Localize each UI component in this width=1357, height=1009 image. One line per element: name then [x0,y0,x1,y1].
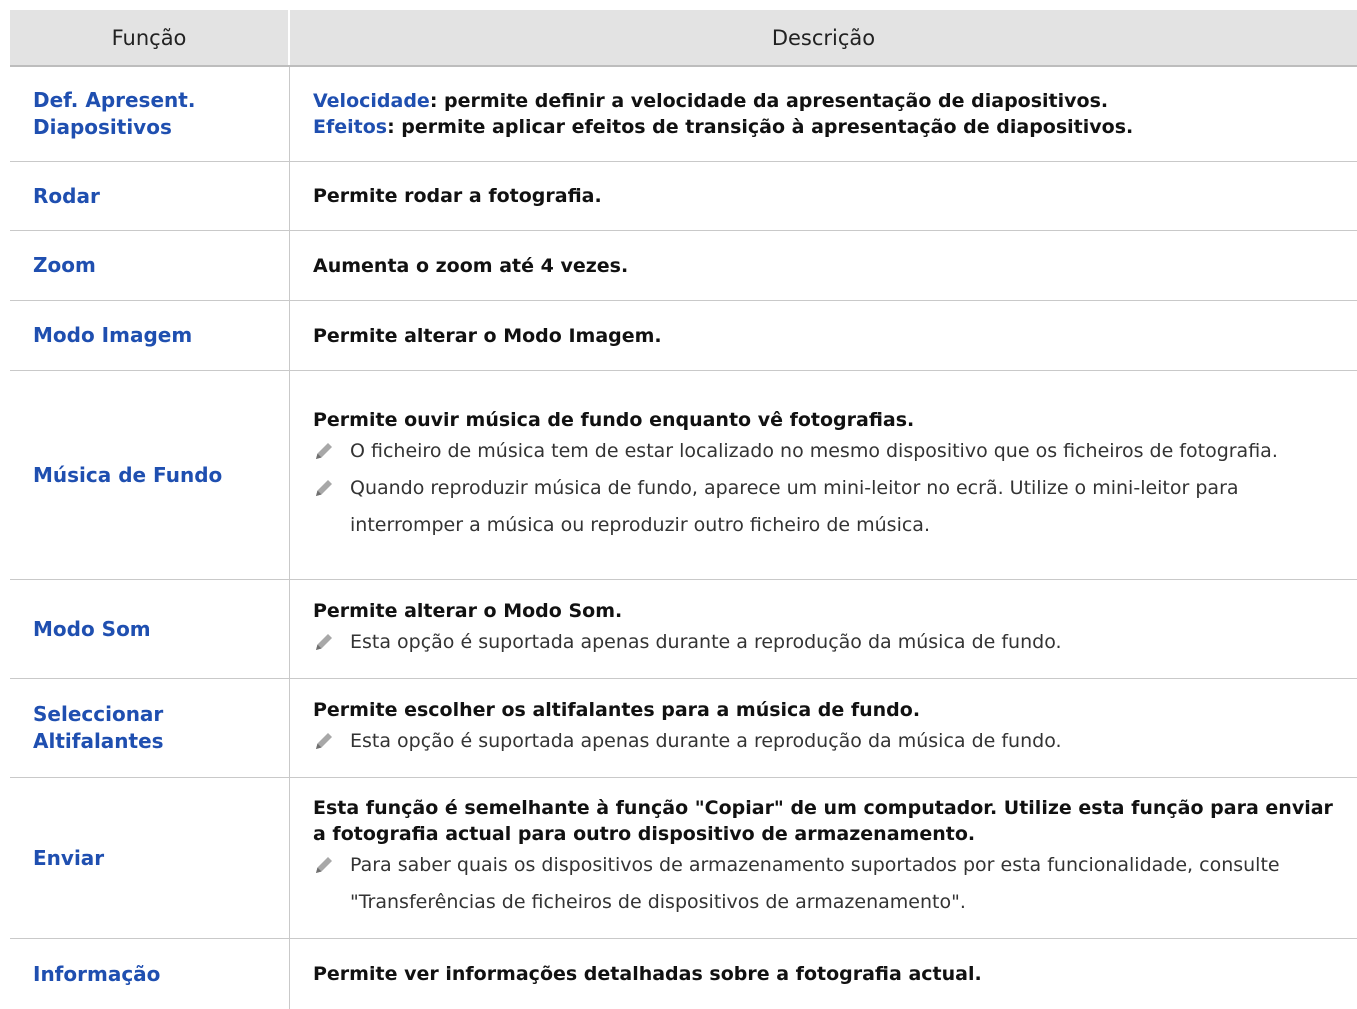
description-text: Permite escolher os altifalantes para a … [313,698,921,721]
description-text: Aumenta o zoom até 4 vezes. [313,254,629,277]
pencil-icon [313,730,335,752]
description-text: Esta função é semelhante à função "Copia… [313,797,1333,845]
description-text: Permite rodar a fotografia. [313,185,602,207]
table-row: Zoom Aumenta o zoom até 4 vezes. [10,231,1357,301]
function-name: Rodar [33,183,100,208]
table-row: Rodar Permite rodar a fotografia. [10,162,1357,231]
function-name: Música de Fundo [33,462,223,487]
note: Esta opção é suportada apenas durante a … [313,624,1349,661]
description-line: Velocidade: permite definir a velocidade… [313,88,1349,114]
function-name: Seleccionar Altifalantes [33,702,164,753]
description-text: : permite definir a velocidade da aprese… [429,90,1109,112]
pencil-icon [313,440,335,462]
note-text: Quando reproduzir música de fundo, apare… [350,476,1239,536]
table-row: Modo Imagem Permite alterar o Modo Image… [10,301,1357,371]
note-text: Esta opção é suportada apenas durante a … [350,729,1062,752]
description-text: Permite alterar o Modo Som. [313,599,623,622]
description-text: Permite alterar o Modo Imagem. [313,324,662,347]
function-name: Modo Imagem [33,323,193,347]
note: Para saber quais os dispositivos de arma… [313,847,1349,921]
pencil-icon [313,854,335,876]
note: Esta opção é suportada apenas durante a … [313,723,1349,760]
description-line: Efeitos: permite aplicar efeitos de tran… [313,114,1349,140]
header-description: Descrição [771,25,876,50]
function-name: Zoom [33,253,96,277]
note: O ficheiro de música tem de estar locali… [313,433,1349,470]
function-name: Modo Som [33,616,151,641]
description-text: Permite ouvir música de fundo enquanto v… [313,408,915,431]
function-name: Def. Apresent. Diapositivos [33,88,196,139]
keyword: Velocidade [313,90,430,112]
table-row: Def. Apresent. Diapositivos Velocidade: … [10,67,1357,162]
description-text: : permite aplicar efeitos de transição à… [387,116,1134,138]
table-row: Informação Permite ver informações detal… [10,939,1357,1009]
table-row: Modo Som Permite alterar o Modo Som. Est… [10,580,1357,679]
pencil-icon [313,477,335,499]
description-text: Permite ver informações detalhadas sobre… [313,963,982,985]
keyword: Efeitos [313,116,388,138]
table-row: Enviar Esta função é semelhante à função… [10,778,1357,939]
table-header: Função Descrição [10,10,1357,67]
header-function: Função [10,10,290,65]
note-text: Para saber quais os dispositivos de arma… [350,854,1280,913]
table-row: Seleccionar Altifalantes Permite escolhe… [10,679,1357,778]
function-name: Informação [33,961,161,986]
note: Quando reproduzir música de fundo, apare… [313,470,1349,544]
functions-table: Função Descrição Def. Apresent. Diaposit… [10,10,1357,1009]
table-row: Música de Fundo Permite ouvir música de … [10,371,1357,580]
note-text: O ficheiro de música tem de estar locali… [350,439,1278,462]
function-name: Enviar [33,845,105,870]
note-text: Esta opção é suportada apenas durante a … [350,630,1062,653]
pencil-icon [313,631,335,653]
